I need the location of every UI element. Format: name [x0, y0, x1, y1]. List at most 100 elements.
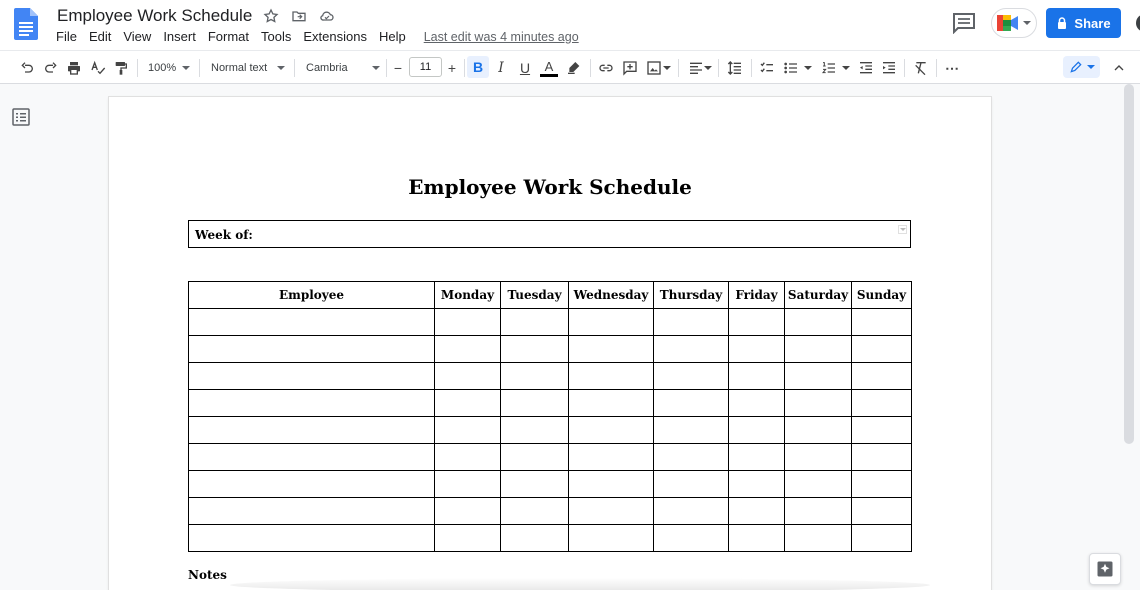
table-cell[interactable]	[851, 308, 912, 336]
table-cell[interactable]	[784, 416, 852, 444]
table-cell[interactable]	[188, 497, 435, 525]
week-dropdown-icon[interactable]	[898, 225, 907, 234]
font-family-select[interactable]: Cambria	[300, 56, 384, 80]
bold-button[interactable]: B	[467, 56, 489, 78]
table-cell[interactable]	[500, 524, 569, 552]
table-cell[interactable]	[500, 308, 569, 336]
table-cell[interactable]	[434, 389, 501, 417]
table-cell[interactable]	[188, 308, 435, 336]
table-cell[interactable]	[568, 497, 654, 525]
table-cell[interactable]	[188, 416, 435, 444]
table-cell[interactable]	[500, 362, 569, 390]
column-header-employee[interactable]: Employee	[188, 281, 435, 309]
table-cell[interactable]	[728, 308, 785, 336]
table-cell[interactable]	[653, 524, 729, 552]
table-cell[interactable]	[500, 470, 569, 498]
table-cell[interactable]	[188, 362, 435, 390]
meet-button[interactable]	[991, 8, 1037, 38]
table-cell[interactable]	[728, 443, 785, 471]
table-cell[interactable]	[851, 416, 912, 444]
decrease-font-size-button[interactable]: −	[390, 51, 406, 85]
more-options-button[interactable]: ⋯	[942, 51, 962, 85]
table-cell[interactable]	[434, 362, 501, 390]
table-cell[interactable]	[851, 497, 912, 525]
table-cell[interactable]	[851, 470, 912, 498]
table-cell[interactable]	[434, 470, 501, 498]
last-edit-link[interactable]: Last edit was 4 minutes ago	[424, 30, 579, 44]
column-header-wednesday[interactable]: Wednesday	[568, 281, 654, 309]
table-cell[interactable]	[728, 389, 785, 417]
table-cell[interactable]	[188, 389, 435, 417]
line-spacing-icon[interactable]	[725, 51, 745, 85]
table-cell[interactable]	[653, 443, 729, 471]
table-cell[interactable]	[568, 470, 654, 498]
clear-formatting-icon[interactable]	[911, 51, 931, 85]
table-cell[interactable]	[434, 443, 501, 471]
table-cell[interactable]	[653, 362, 729, 390]
table-cell[interactable]	[568, 443, 654, 471]
table-cell[interactable]	[568, 308, 654, 336]
collapse-menus-icon[interactable]	[1111, 51, 1127, 85]
table-cell[interactable]	[434, 524, 501, 552]
table-cell[interactable]	[188, 335, 435, 363]
week-of-field[interactable]: Week of:	[188, 220, 911, 248]
insert-image-icon[interactable]	[644, 51, 664, 85]
table-cell[interactable]	[188, 470, 435, 498]
table-cell[interactable]	[784, 389, 852, 417]
redo-icon[interactable]	[41, 51, 61, 85]
add-comment-icon[interactable]	[620, 51, 640, 85]
table-cell[interactable]	[500, 443, 569, 471]
column-header-monday[interactable]: Monday	[434, 281, 501, 309]
table-cell[interactable]	[728, 362, 785, 390]
document-page[interactable]: Employee Work Schedule Week of: Employee…	[109, 97, 991, 590]
table-cell[interactable]	[568, 416, 654, 444]
table-cell[interactable]	[784, 524, 852, 552]
table-cell[interactable]	[728, 524, 785, 552]
table-cell[interactable]	[784, 308, 852, 336]
increase-font-size-button[interactable]: +	[444, 51, 460, 85]
menu-edit[interactable]: Edit	[83, 27, 117, 46]
menu-extensions[interactable]: Extensions	[297, 27, 373, 46]
table-cell[interactable]	[728, 416, 785, 444]
bullet-chevron-down-icon[interactable]	[803, 51, 813, 85]
table-cell[interactable]	[728, 497, 785, 525]
table-cell[interactable]	[851, 443, 912, 471]
table-cell[interactable]	[568, 335, 654, 363]
table-cell[interactable]	[653, 335, 729, 363]
numbered-list-icon[interactable]	[819, 51, 839, 85]
column-header-sunday[interactable]: Sunday	[851, 281, 912, 309]
increase-indent-icon[interactable]	[879, 51, 899, 85]
italic-button[interactable]: I	[490, 51, 512, 85]
document-outline-icon[interactable]	[12, 108, 30, 126]
table-cell[interactable]	[784, 443, 852, 471]
table-cell[interactable]	[188, 524, 435, 552]
text-color-button[interactable]: A	[538, 51, 560, 85]
editing-mode-button[interactable]	[1063, 56, 1100, 78]
table-cell[interactable]	[188, 443, 435, 471]
spellcheck-icon[interactable]	[88, 51, 108, 85]
menu-file[interactable]: File	[50, 27, 83, 46]
paragraph-style-select[interactable]: Normal text	[205, 56, 289, 80]
column-header-friday[interactable]: Friday	[728, 281, 785, 309]
vertical-scrollbar[interactable]	[1124, 84, 1134, 444]
column-header-saturday[interactable]: Saturday	[784, 281, 852, 309]
table-cell[interactable]	[784, 335, 852, 363]
table-cell[interactable]	[728, 470, 785, 498]
docs-logo-icon[interactable]	[14, 8, 38, 40]
table-cell[interactable]	[784, 497, 852, 525]
cloud-saved-icon[interactable]	[318, 7, 336, 25]
table-cell[interactable]	[500, 335, 569, 363]
numbered-chevron-down-icon[interactable]	[841, 51, 851, 85]
highlight-icon[interactable]	[564, 51, 584, 85]
menu-view[interactable]: View	[117, 27, 157, 46]
table-cell[interactable]	[851, 389, 912, 417]
table-cell[interactable]	[653, 308, 729, 336]
table-cell[interactable]	[500, 497, 569, 525]
avatar[interactable]	[1136, 14, 1140, 32]
paint-format-icon[interactable]	[111, 51, 131, 85]
table-cell[interactable]	[434, 308, 501, 336]
column-header-thursday[interactable]: Thursday	[653, 281, 729, 309]
column-header-tuesday[interactable]: Tuesday	[500, 281, 569, 309]
table-cell[interactable]	[434, 497, 501, 525]
table-cell[interactable]	[851, 335, 912, 363]
